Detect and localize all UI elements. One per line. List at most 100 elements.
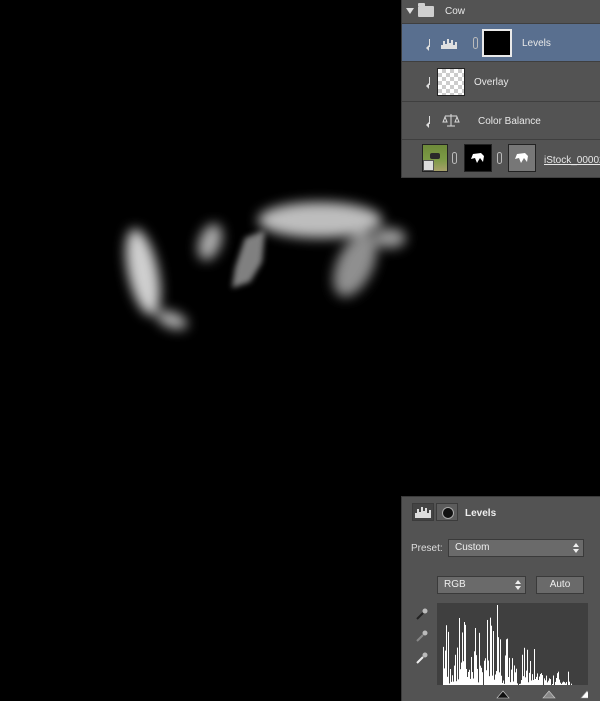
histogram-bar: [446, 625, 447, 685]
link-chain-icon[interactable]: [473, 37, 478, 49]
smart-object-thumbnail[interactable]: [422, 144, 448, 172]
layer-thumbnail[interactable]: [437, 68, 465, 96]
histogram-bar: [443, 646, 444, 685]
histogram-bar: [493, 631, 494, 685]
balance-scale-icon: [442, 114, 460, 127]
vector-mask-thumbnail[interactable]: [508, 144, 536, 172]
histogram-bar: [486, 670, 487, 685]
histogram-bar: [475, 627, 476, 685]
folder-icon: [418, 3, 434, 17]
histogram-bar: [477, 668, 478, 685]
channel-value: RGB: [444, 579, 466, 590]
layer-mask-thumbnail[interactable]: [482, 29, 512, 57]
histogram-bar: [488, 660, 489, 685]
histogram-bar: [468, 671, 469, 685]
histogram-bar: [444, 668, 445, 685]
histogram-bar: [532, 674, 533, 685]
layers-panel: Cow Levels Overlay Color Balance iStock_…: [401, 0, 600, 178]
levels-histogram: [437, 603, 588, 685]
histogram-bar: [460, 669, 461, 685]
histogram-bar: [506, 639, 507, 685]
histogram-bar: [530, 660, 531, 685]
histogram-bar: [534, 649, 535, 685]
histogram-bar: [523, 676, 524, 685]
histogram-bar: [476, 655, 477, 685]
histogram-bar: [499, 672, 500, 685]
mask-shape-body: [258, 202, 382, 238]
histogram-bar: [489, 676, 490, 685]
mask-icon: [442, 507, 454, 519]
layer-istock[interactable]: iStock_00002: [402, 140, 600, 178]
layer-group-cow[interactable]: Cow: [402, 0, 600, 24]
histogram-bar: [447, 676, 448, 685]
histogram-bar: [469, 669, 470, 685]
histogram-bar: [463, 661, 464, 685]
histogram-bar: [549, 678, 550, 685]
histogram-bar: [452, 675, 453, 685]
histogram-bar: [484, 660, 485, 685]
histogram-bar: [491, 625, 492, 685]
histogram-bar: [524, 647, 525, 685]
histogram-bar: [481, 667, 482, 685]
midtone-slider: [542, 690, 556, 699]
histogram-bar: [511, 669, 512, 685]
histogram-bar: [556, 677, 557, 685]
preset-dropdown[interactable]: Custom: [448, 539, 584, 557]
histogram-bar: [527, 649, 528, 685]
histogram-bar: [553, 675, 554, 685]
channel-dropdown[interactable]: RGB: [437, 576, 526, 594]
histogram-bar: [544, 678, 545, 685]
smart-object-badge-icon: [423, 160, 434, 171]
histogram-bar: [465, 624, 466, 685]
histogram-bar: [450, 669, 451, 685]
dropdown-arrows-icon: [515, 580, 521, 590]
histogram-bar: [466, 668, 467, 685]
histogram-bar: [508, 676, 509, 685]
histogram-bar: [467, 676, 468, 685]
histogram-bar: [462, 632, 463, 685]
histogram-bar: [497, 605, 498, 685]
triangle-down-icon[interactable]: [406, 8, 414, 14]
gray-eyedropper-icon[interactable]: [415, 629, 429, 643]
histogram-bar: [514, 665, 515, 685]
preset-value: Custom: [455, 542, 490, 553]
layer-color-balance[interactable]: Color Balance: [402, 102, 600, 140]
histogram-bar: [492, 675, 493, 685]
layer-mask-thumbnail[interactable]: [464, 144, 492, 172]
histogram-bar: [558, 671, 559, 685]
input-levels-slider[interactable]: [437, 685, 588, 700]
clipping-arrow-icon: [426, 39, 434, 51]
adjustment-tab[interactable]: [412, 503, 434, 521]
histogram-bar: [542, 675, 543, 685]
histogram-bar: [495, 674, 496, 685]
histogram-bar: [529, 672, 530, 685]
histogram-bar: [479, 632, 480, 685]
histogram-bar: [496, 671, 497, 685]
layer-levels[interactable]: Levels: [402, 24, 600, 62]
histogram-bar: [480, 665, 481, 685]
clipping-arrow-icon: [426, 77, 434, 89]
black-point-slider: [496, 690, 510, 699]
link-chain-icon[interactable]: [497, 152, 502, 164]
auto-button[interactable]: Auto: [536, 576, 584, 594]
histogram-bar: [471, 656, 472, 685]
histogram-bar: [485, 658, 486, 685]
white-eyedropper-icon[interactable]: [415, 651, 429, 665]
histogram-bar: [459, 617, 460, 685]
levels-histogram-icon: [415, 507, 431, 518]
layer-overlay[interactable]: Overlay: [402, 62, 600, 102]
histogram-bar: [557, 673, 558, 685]
histogram-bar: [568, 671, 569, 685]
histogram-bar: [505, 655, 506, 685]
histogram-bar: [507, 638, 508, 685]
link-chain-icon[interactable]: [452, 152, 457, 164]
layer-name: Levels: [522, 38, 551, 49]
dropdown-arrows-icon: [573, 543, 579, 553]
mask-tab[interactable]: [436, 503, 458, 521]
histogram-bar: [474, 651, 475, 685]
histogram-bar: [541, 673, 542, 685]
histogram-bar: [500, 639, 501, 685]
histogram-bar: [512, 658, 513, 685]
histogram-bar: [457, 647, 458, 685]
black-eyedropper-icon[interactable]: [415, 607, 429, 621]
